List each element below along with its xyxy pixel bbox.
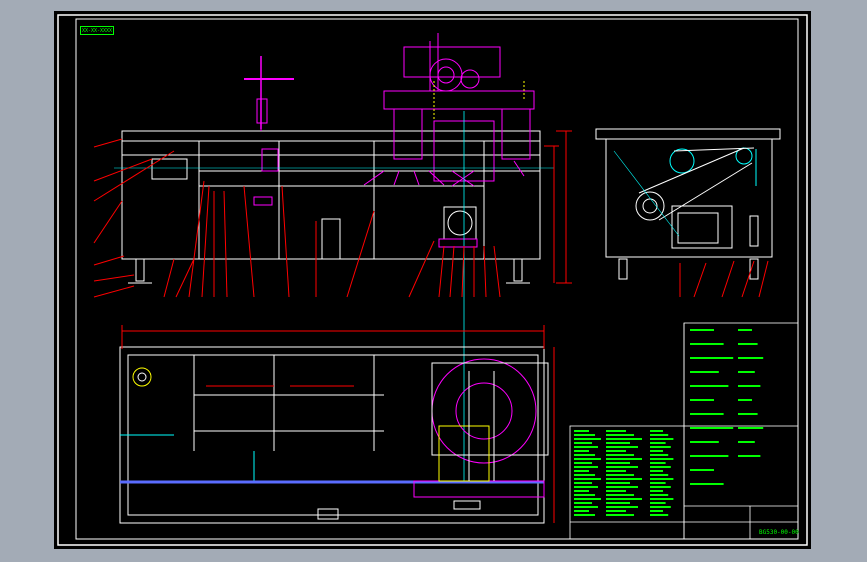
plan-view (119, 325, 555, 524)
annotation-line (650, 458, 674, 460)
annotation-line (690, 413, 724, 415)
annotation-line (606, 446, 638, 448)
annotation-line (738, 385, 761, 387)
annotation-line (690, 441, 719, 443)
annotation-line (738, 371, 755, 373)
annotation-line (650, 490, 663, 492)
annotation-line (606, 502, 630, 504)
annotation-line (738, 441, 755, 443)
annotation-line (606, 430, 626, 432)
annotation-line (606, 510, 626, 512)
annotation-line (738, 343, 758, 345)
annotation-line (574, 438, 601, 440)
front-elevation (93, 33, 572, 481)
annotation-line (574, 462, 592, 464)
annotation-line (690, 455, 729, 457)
annotation-line (574, 494, 595, 496)
annotation-line (574, 498, 601, 500)
annotation-line (574, 450, 589, 452)
annotation-line (574, 470, 589, 472)
annotation-line (606, 486, 638, 488)
annotation-line (606, 514, 634, 516)
annotation-line (650, 442, 666, 444)
annotation-line (574, 514, 595, 516)
annotation-line (690, 483, 724, 485)
drawing-canvas (57, 14, 808, 546)
outer-frame (57, 14, 808, 546)
annotation-line (574, 506, 598, 508)
annotation-line (606, 450, 626, 452)
annotation-line (606, 474, 634, 476)
side-elevation (595, 128, 781, 298)
annotation-line (690, 371, 719, 373)
annotation-line (606, 490, 626, 492)
annotation-line (650, 502, 666, 504)
annotation-line (650, 486, 671, 488)
annotation-line (574, 474, 595, 476)
annotation-line (606, 438, 642, 440)
cad-viewport[interactable]: XX-XX-XXXX BG530-00-00 (54, 11, 811, 549)
annotation-line (650, 450, 663, 452)
drawing-title-label: XX-XX-XXXX (80, 26, 114, 35)
annotation-line (650, 466, 671, 468)
annotation-line (650, 470, 663, 472)
annotation-line (574, 434, 595, 436)
annotation-line (690, 469, 714, 471)
annotation-line (574, 430, 589, 432)
annotation-line (574, 478, 601, 480)
annotation-line (650, 478, 674, 480)
annotation-line (690, 343, 724, 345)
annotation-line (574, 446, 598, 448)
annotation-line (650, 438, 674, 440)
annotation-line (606, 462, 630, 464)
annotation-line (574, 510, 589, 512)
annotation-line (690, 427, 734, 429)
annotation-line (738, 413, 758, 415)
annotation-line (690, 357, 734, 359)
annotation-line (574, 490, 589, 492)
parts-list (569, 322, 799, 540)
annotation-line (574, 466, 598, 468)
annotation-line (574, 486, 598, 488)
annotation-line (690, 385, 729, 387)
annotation-line (650, 506, 671, 508)
annotation-line (606, 434, 634, 436)
annotation-line (574, 454, 595, 456)
annotation-line (606, 442, 630, 444)
annotation-line (606, 458, 642, 460)
annotation-line (690, 329, 714, 331)
annotation-line (738, 329, 752, 331)
annotation-line (606, 482, 630, 484)
annotation-line (606, 506, 638, 508)
annotation-line (606, 454, 634, 456)
annotation-line (650, 498, 674, 500)
annotation-line (738, 357, 764, 359)
annotation-line (606, 478, 642, 480)
annotation-line (738, 399, 752, 401)
annotation-line (650, 446, 671, 448)
annotation-line (650, 430, 663, 432)
annotation-line (606, 498, 642, 500)
annotation-line (606, 466, 638, 468)
drawing-code: BG530-00-00 (759, 529, 799, 536)
annotation-line (690, 399, 714, 401)
annotation-line (650, 514, 669, 516)
annotation-line (574, 442, 592, 444)
annotation-line (650, 462, 666, 464)
annotation-line (650, 494, 669, 496)
annotation-line (606, 470, 626, 472)
annotation-line (650, 454, 669, 456)
annotation-line (574, 458, 601, 460)
annotation-line (606, 494, 634, 496)
annotation-line (650, 510, 663, 512)
annotation-line (738, 427, 764, 429)
annotation-line (650, 482, 666, 484)
annotation-line (738, 455, 761, 457)
annotation-line (650, 434, 669, 436)
annotation-line (650, 474, 669, 476)
annotation-line (574, 502, 592, 504)
annotation-line (574, 482, 592, 484)
